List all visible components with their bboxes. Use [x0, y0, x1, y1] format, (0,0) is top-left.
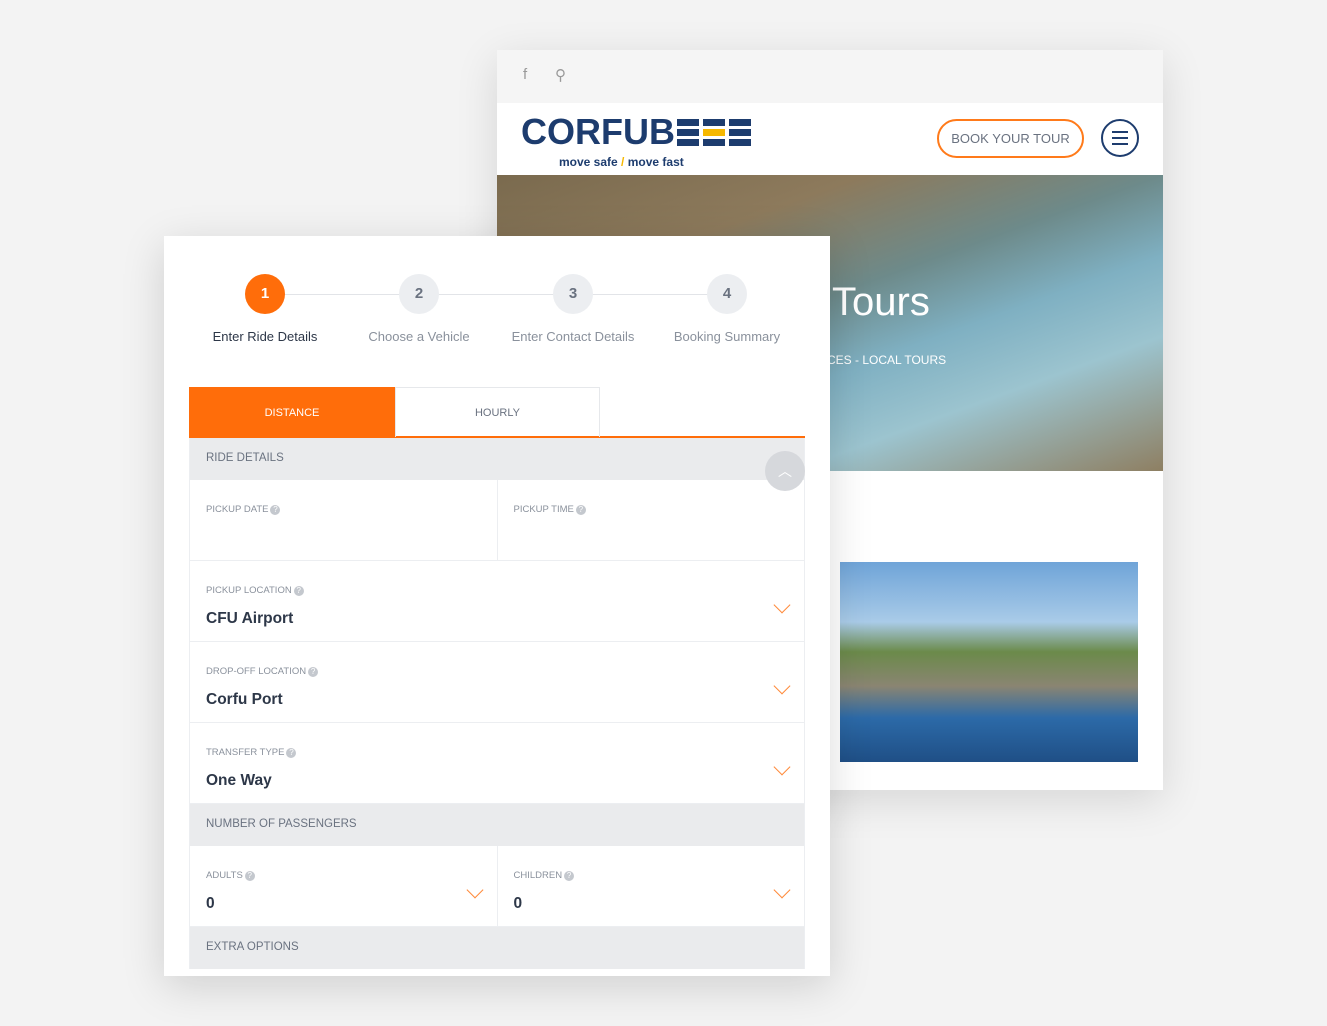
- help-icon[interactable]: ?: [270, 505, 281, 515]
- corfu-fortress-image: [840, 562, 1138, 762]
- site-header: CORFUB move safe / move fast BOOK YOUR T…: [497, 103, 1163, 175]
- pickup-time-field[interactable]: PICKUP TIME?: [496, 480, 805, 560]
- pickup-location-select[interactable]: PICKUP LOCATION? CFU Airport: [190, 561, 804, 641]
- tab-hourly[interactable]: HOURLY: [395, 387, 600, 437]
- step-number: 4: [707, 274, 747, 314]
- field-value: One Way: [206, 772, 272, 789]
- step-1[interactable]: 1 Enter Ride Details: [185, 274, 345, 344]
- search-icon[interactable]: ⚲: [555, 66, 566, 84]
- field-label: ADULTS: [206, 870, 243, 881]
- field-value: 0: [206, 895, 215, 912]
- field-label: PICKUP TIME: [513, 504, 574, 515]
- field-label: PICKUP DATE: [206, 504, 269, 515]
- step-3[interactable]: 3 Enter Contact Details: [493, 274, 653, 344]
- field-label: PICKUP LOCATION: [206, 585, 292, 596]
- logo[interactable]: CORFUB move safe / move fast: [521, 111, 751, 169]
- hamburger-menu-icon[interactable]: [1101, 119, 1139, 157]
- breadcrumb: CES - LOCAL TOURS: [827, 353, 947, 367]
- help-icon[interactable]: ?: [244, 871, 255, 881]
- field-label: TRANSFER TYPE: [206, 747, 285, 758]
- facebook-icon[interactable]: f: [523, 66, 527, 83]
- help-icon[interactable]: ?: [575, 505, 586, 515]
- section-extra-options: EXTRA OPTIONS: [190, 927, 804, 969]
- collapse-chevron-up-icon[interactable]: ︿: [765, 451, 805, 491]
- step-number: 2: [399, 274, 439, 314]
- book-your-tour-button[interactable]: BOOK YOUR TOUR: [937, 119, 1084, 158]
- booking-form-card: 1 Enter Ride Details 2 Choose a Vehicle 3 E…: [164, 236, 830, 976]
- section-ride-details: RIDE DETAILS: [190, 438, 804, 480]
- tagline-2: move fast: [627, 155, 684, 169]
- top-bar: f ⚲: [497, 50, 1163, 103]
- step-number: 3: [553, 274, 593, 314]
- field-value: 0: [513, 895, 523, 912]
- field-value: CFU Airport: [206, 610, 294, 627]
- step-4[interactable]: 4 Booking Summary: [647, 274, 807, 344]
- field-label: DROP-OFF LOCATION: [206, 666, 307, 677]
- help-icon[interactable]: ?: [308, 667, 319, 677]
- step-label: Enter Contact Details: [511, 329, 635, 344]
- adults-select[interactable]: ADULTS? 0: [190, 846, 497, 926]
- field-value: Corfu Port: [206, 691, 283, 708]
- field-label: CHILDREN: [513, 870, 563, 881]
- help-icon[interactable]: ?: [286, 748, 297, 758]
- step-label: Enter Ride Details: [212, 329, 318, 344]
- hero-title: Tours: [832, 280, 930, 324]
- help-icon[interactable]: ?: [564, 871, 575, 881]
- pickup-date-field[interactable]: PICKUP DATE?: [190, 480, 497, 560]
- tagline-separator: /: [621, 155, 625, 169]
- dropoff-location-select[interactable]: DROP-OFF LOCATION? Corfu Port: [190, 642, 804, 722]
- tagline: move safe: [559, 155, 618, 169]
- section-passengers: NUMBER OF PASSENGERS: [190, 804, 804, 846]
- help-icon[interactable]: ?: [293, 586, 304, 596]
- transfer-type-select[interactable]: TRANSFER TYPE? One Way: [190, 723, 804, 803]
- step-label: Choose a Vehicle: [368, 329, 470, 344]
- step-number: 1: [245, 274, 285, 314]
- tab-distance[interactable]: DISTANCE: [189, 387, 395, 437]
- service-tabs: DISTANCE HOURLY: [189, 387, 805, 438]
- step-label: Booking Summary: [673, 329, 781, 344]
- ride-form: RIDE DETAILS PICKUP DATE? PICKUP TIME? P…: [189, 438, 805, 969]
- step-2[interactable]: 2 Choose a Vehicle: [339, 274, 499, 344]
- children-select[interactable]: CHILDREN? 0: [496, 846, 805, 926]
